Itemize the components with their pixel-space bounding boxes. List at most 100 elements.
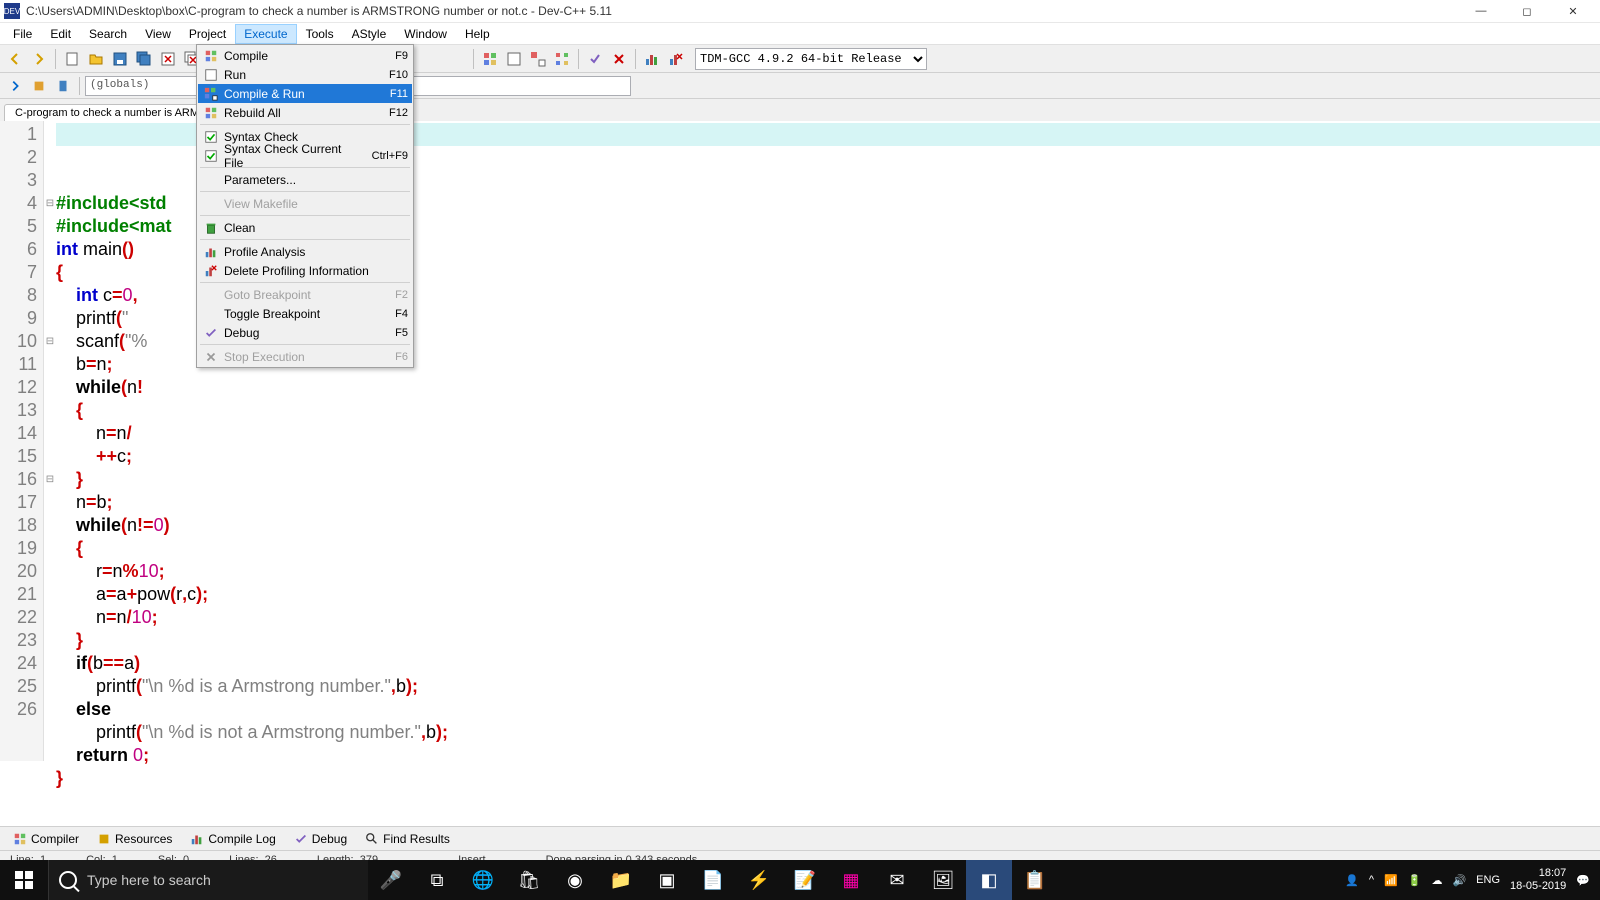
rebuild-icon[interactable]	[551, 48, 573, 70]
fold-column[interactable]: ⊟ ⊟ ⊟	[44, 121, 56, 761]
menu-item-clean[interactable]: Clean	[198, 218, 412, 237]
bottom-tab-compile-log[interactable]: Compile Log	[181, 828, 284, 850]
compile-icon[interactable]	[479, 48, 501, 70]
close-button[interactable]: ✕	[1550, 0, 1596, 23]
save-icon[interactable]	[109, 48, 131, 70]
app-icon-5[interactable]: 📋	[1012, 860, 1058, 900]
bottom-tab-find-results[interactable]: Find Results	[356, 828, 459, 850]
terminal-icon[interactable]: ▣	[644, 860, 690, 900]
onedrive-icon[interactable]: ☁	[1431, 874, 1442, 887]
tab-icon	[365, 832, 379, 846]
goto-next-icon[interactable]	[28, 75, 50, 97]
maximize-button[interactable]: ◻	[1504, 0, 1550, 23]
menu-item-goto-breakpoint: Goto BreakpointF2	[198, 285, 412, 304]
menu-label: Delete Profiling Information	[224, 264, 400, 278]
menu-item-view-makefile: View Makefile	[198, 194, 412, 213]
goto-prev-icon[interactable]	[4, 75, 26, 97]
menu-edit[interactable]: Edit	[41, 24, 80, 44]
windows-taskbar: Type here to search 🎤 ⧉ 🌐 🛍 ◉ 📁 ▣ 📄 ⚡ 📝 …	[0, 860, 1600, 900]
edge-icon[interactable]: 🌐	[460, 860, 506, 900]
system-tray[interactable]: 👤 ^ 📶 🔋 ☁ 🔊 ENG 18:07 18-05-2019 💬	[1335, 867, 1600, 893]
bottom-tab-resources[interactable]: Resources	[88, 828, 181, 850]
menu-item-rebuild-all[interactable]: Rebuild AllF12	[198, 103, 412, 122]
profile-icon[interactable]	[641, 48, 663, 70]
bottom-panel-tabs: CompilerResourcesCompile LogDebugFind Re…	[0, 826, 1600, 850]
tab-icon	[190, 832, 204, 846]
menu-item-parameters-[interactable]: Parameters...	[198, 170, 412, 189]
battery-icon[interactable]: 🔋	[1408, 874, 1422, 887]
language-indicator[interactable]: ENG	[1476, 874, 1500, 886]
minimize-button[interactable]: —	[1458, 0, 1504, 23]
app-icon-1[interactable]: ⚡	[736, 860, 782, 900]
mail-icon[interactable]: ✉	[874, 860, 920, 900]
tray-up-icon[interactable]: ^	[1369, 874, 1374, 886]
chart-x-icon	[202, 263, 220, 279]
menu-shortcut: F11	[390, 88, 408, 100]
volume-icon[interactable]: 🔊	[1452, 874, 1466, 887]
menu-label: Debug	[224, 326, 387, 340]
editor-tab[interactable]: C-program to check a number is ARM	[4, 104, 210, 121]
bottom-tab-compiler[interactable]: Compiler	[4, 828, 88, 850]
menu-execute[interactable]: Execute	[235, 24, 296, 44]
store-icon[interactable]: 🛍	[506, 860, 552, 900]
devcpp-icon[interactable]: ◧	[966, 860, 1012, 900]
check2-icon	[202, 325, 220, 341]
save-all-icon[interactable]	[133, 48, 155, 70]
compiler-select[interactable]: TDM-GCC 4.9.2 64-bit Release	[695, 48, 927, 70]
open-file-icon[interactable]	[85, 48, 107, 70]
x-icon	[202, 349, 220, 365]
blank-icon	[202, 306, 220, 322]
app-icon-3[interactable]: ▦	[828, 860, 874, 900]
mic-icon[interactable]: 🎤	[368, 860, 414, 900]
compile-run-icon[interactable]	[527, 48, 549, 70]
menu-item-delete-profiling-information[interactable]: Delete Profiling Information	[198, 261, 412, 280]
menu-label: Syntax Check Current File	[224, 142, 364, 170]
menu-window[interactable]: Window	[395, 24, 456, 44]
back-icon[interactable]	[4, 48, 26, 70]
menu-item-profile-analysis[interactable]: Profile Analysis	[198, 242, 412, 261]
people-icon[interactable]: 👤	[1345, 874, 1359, 887]
menu-item-debug[interactable]: DebugF5	[198, 323, 412, 342]
clock[interactable]: 18:07 18-05-2019	[1510, 867, 1566, 893]
app-icon-2[interactable]: 📝	[782, 860, 828, 900]
menu-label: Clean	[224, 221, 400, 235]
menu-label: Compile & Run	[224, 87, 382, 101]
bottom-tab-debug[interactable]: Debug	[285, 828, 356, 850]
menu-label: Stop Execution	[224, 350, 387, 364]
menu-tools[interactable]: Tools	[297, 24, 343, 44]
menubar: FileEditSearchViewProjectExecuteToolsASt…	[0, 23, 1600, 45]
menu-file[interactable]: File	[4, 24, 41, 44]
line-gutter: 1234567891011121314151617181920212223242…	[0, 121, 44, 761]
menu-view[interactable]: View	[136, 24, 180, 44]
task-view-icon[interactable]: ⧉	[414, 860, 460, 900]
bookmark-icon[interactable]	[52, 75, 74, 97]
menu-help[interactable]: Help	[456, 24, 499, 44]
new-file-icon[interactable]	[61, 48, 83, 70]
menu-item-toggle-breakpoint[interactable]: Toggle BreakpointF4	[198, 304, 412, 323]
menu-label: Compile	[224, 49, 387, 63]
menu-project[interactable]: Project	[180, 24, 235, 44]
forward-icon[interactable]	[28, 48, 50, 70]
menu-astyle[interactable]: AStyle	[343, 24, 396, 44]
run-icon[interactable]	[503, 48, 525, 70]
menu-shortcut: F12	[389, 107, 408, 119]
taskbar-search[interactable]: Type here to search	[48, 860, 368, 900]
menu-item-syntax-check-current-file[interactable]: Syntax Check Current FileCtrl+F9	[198, 146, 412, 165]
blank-icon	[202, 196, 220, 212]
check-icon	[202, 129, 220, 145]
menu-item-compile[interactable]: CompileF9	[198, 46, 412, 65]
notes-icon[interactable]: 📄	[690, 860, 736, 900]
start-button[interactable]	[0, 860, 48, 900]
notifications-icon[interactable]: 💬	[1576, 874, 1590, 887]
menu-item-compile-run[interactable]: Compile & Run F11	[198, 84, 412, 103]
wifi-icon[interactable]: 📶	[1384, 874, 1398, 887]
close-file-icon[interactable]	[157, 48, 179, 70]
app-icon-4[interactable]: 🖼	[920, 860, 966, 900]
menu-item-run[interactable]: RunF10	[198, 65, 412, 84]
menu-search[interactable]: Search	[80, 24, 136, 44]
delete-profile-icon[interactable]	[665, 48, 687, 70]
debug-icon[interactable]	[584, 48, 606, 70]
chrome-icon[interactable]: ◉	[552, 860, 598, 900]
explorer-icon[interactable]: 📁	[598, 860, 644, 900]
stop-icon[interactable]	[608, 48, 630, 70]
